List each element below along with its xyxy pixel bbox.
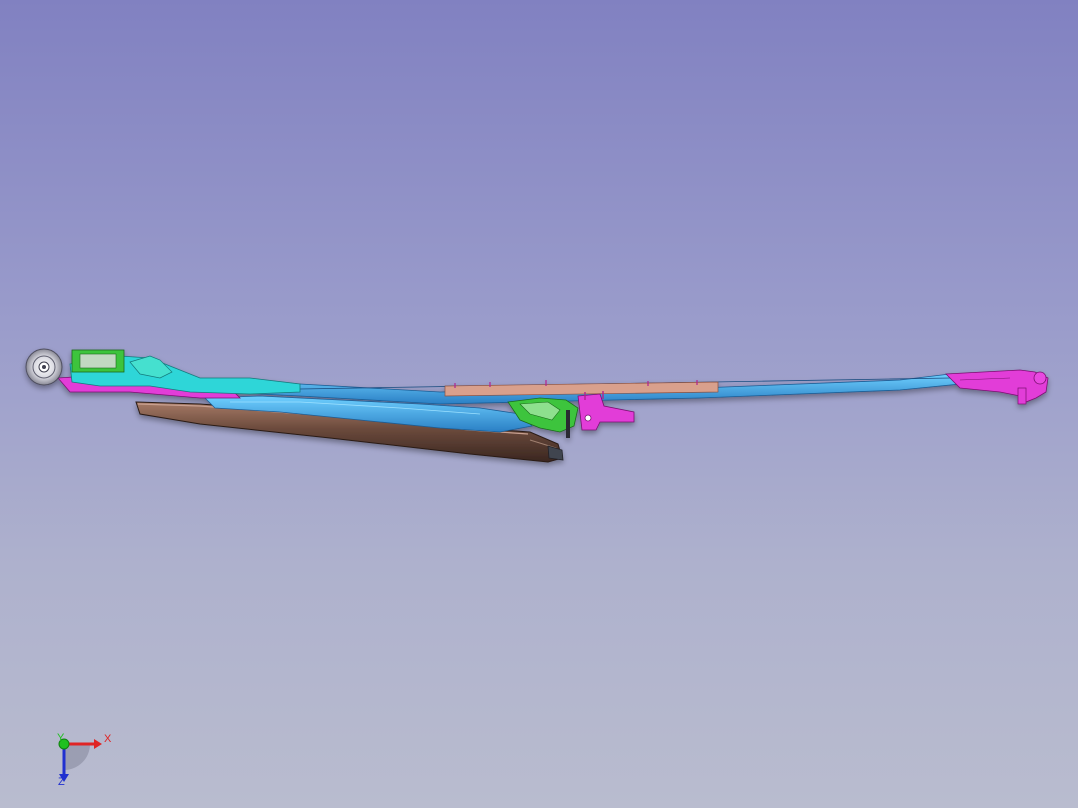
y-axis-label: Y [57,732,65,744]
x-axis-label: X [104,733,112,745]
wiper-assembly-model[interactable] [0,0,1078,808]
axis-triad[interactable]: X Y Z [40,722,130,802]
cad-viewport[interactable]: X Y Z [0,0,1078,808]
arm-tip-bracket[interactable] [945,369,1049,403]
blade-end-cap [547,445,564,461]
z-axis-label: Z [58,776,65,788]
